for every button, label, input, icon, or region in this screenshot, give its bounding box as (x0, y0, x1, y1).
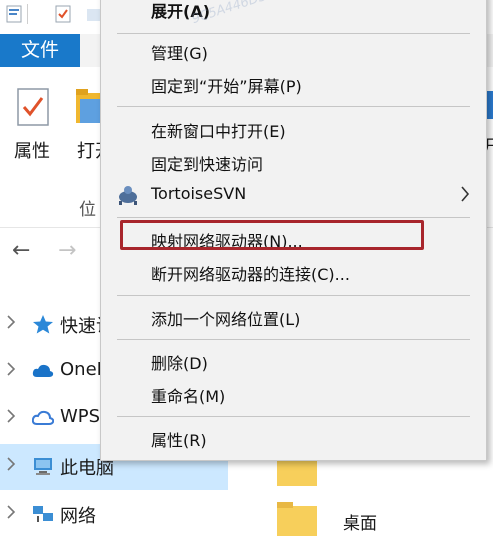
open-folder-icon[interactable] (76, 89, 102, 125)
menu-label-open-new-window: 在新窗口中打开(E) (151, 122, 286, 141)
menu-label-delete: 删除(D) (151, 354, 208, 373)
menu-label-tortoisesvn: TortoiseSVN (151, 184, 247, 203)
chevron-right-icon[interactable] (6, 408, 16, 424)
menu-label-pin-start: 固定到“开始”屏幕(P) (151, 77, 302, 96)
menu-separator (117, 339, 470, 340)
star-icon (33, 315, 53, 334)
cloud-icon (32, 364, 54, 377)
location-group-label: 位 (79, 200, 96, 220)
menu-separator (117, 217, 470, 218)
properties-quick-icon[interactable] (6, 5, 22, 23)
nav-label-network: 网络 (60, 506, 96, 527)
menu-separator (117, 416, 470, 417)
highlight-annotation-box (120, 220, 424, 250)
menu-label-rename: 重命名(M) (151, 387, 226, 406)
chevron-right-icon[interactable] (6, 456, 16, 472)
properties-label[interactable]: 属性 (14, 137, 50, 163)
nav-label-wps: WPS (60, 406, 101, 427)
desktop-folder-icon[interactable] (275, 500, 319, 540)
tortoise-svn-icon (119, 186, 137, 205)
checkmark-doc-icon[interactable] (55, 5, 71, 23)
menu-item-open-new-window[interactable]: 在新窗口中打开(E) (101, 113, 486, 145)
chevron-right-icon[interactable] (6, 504, 16, 520)
nav-item-network[interactable]: 网络 (0, 492, 228, 538)
menu-separator (117, 33, 470, 34)
properties-icon[interactable] (16, 87, 50, 127)
desktop-folder-label[interactable]: 桌面 (343, 509, 377, 534)
network-icon (33, 506, 53, 522)
menu-label-properties: 属性(R) (151, 431, 207, 450)
chevron-right-icon[interactable] (6, 361, 16, 377)
menu-item-expand[interactable]: 展开(A) (101, 0, 486, 25)
menu-item-pin-quick-access[interactable]: 固定到快速访问 (101, 146, 486, 178)
quick-access-separator (27, 4, 28, 24)
menu-label-disconnect-network-drive: 断开网络驱动器的连接(C)... (151, 265, 350, 284)
menu-item-manage[interactable]: 管理(G) (101, 35, 486, 67)
forward-arrow-icon[interactable]: → (58, 238, 76, 263)
menu-separator (117, 295, 470, 296)
menu-item-add-network-location[interactable]: 添加一个网络位置(L) (101, 301, 486, 333)
menu-item-pin-start[interactable]: 固定到“开始”屏幕(P) (101, 68, 486, 100)
menu-item-tortoisesvn[interactable]: TortoiseSVN (101, 179, 486, 211)
chevron-right-icon (461, 186, 470, 202)
menu-item-delete[interactable]: 删除(D) (101, 345, 486, 377)
menu-label-add-network-location: 添加一个网络位置(L) (151, 310, 301, 329)
tab-file[interactable]: 文件 (0, 34, 80, 67)
menu-separator (117, 106, 470, 107)
computer-icon (34, 458, 52, 475)
menu-label-pin-quick-access: 固定到快速访问 (151, 155, 264, 174)
back-arrow-icon[interactable]: ← (12, 238, 30, 263)
menu-item-rename[interactable]: 重命名(M) (101, 378, 486, 410)
chevron-right-icon[interactable] (6, 314, 16, 330)
wps-cloud-icon (32, 410, 54, 425)
menu-item-disconnect-network-drive[interactable]: 断开网络驱动器的连接(C)... (101, 256, 486, 288)
menu-label-manage: 管理(G) (151, 44, 208, 63)
menu-item-properties[interactable]: 属性(R) (101, 422, 486, 454)
